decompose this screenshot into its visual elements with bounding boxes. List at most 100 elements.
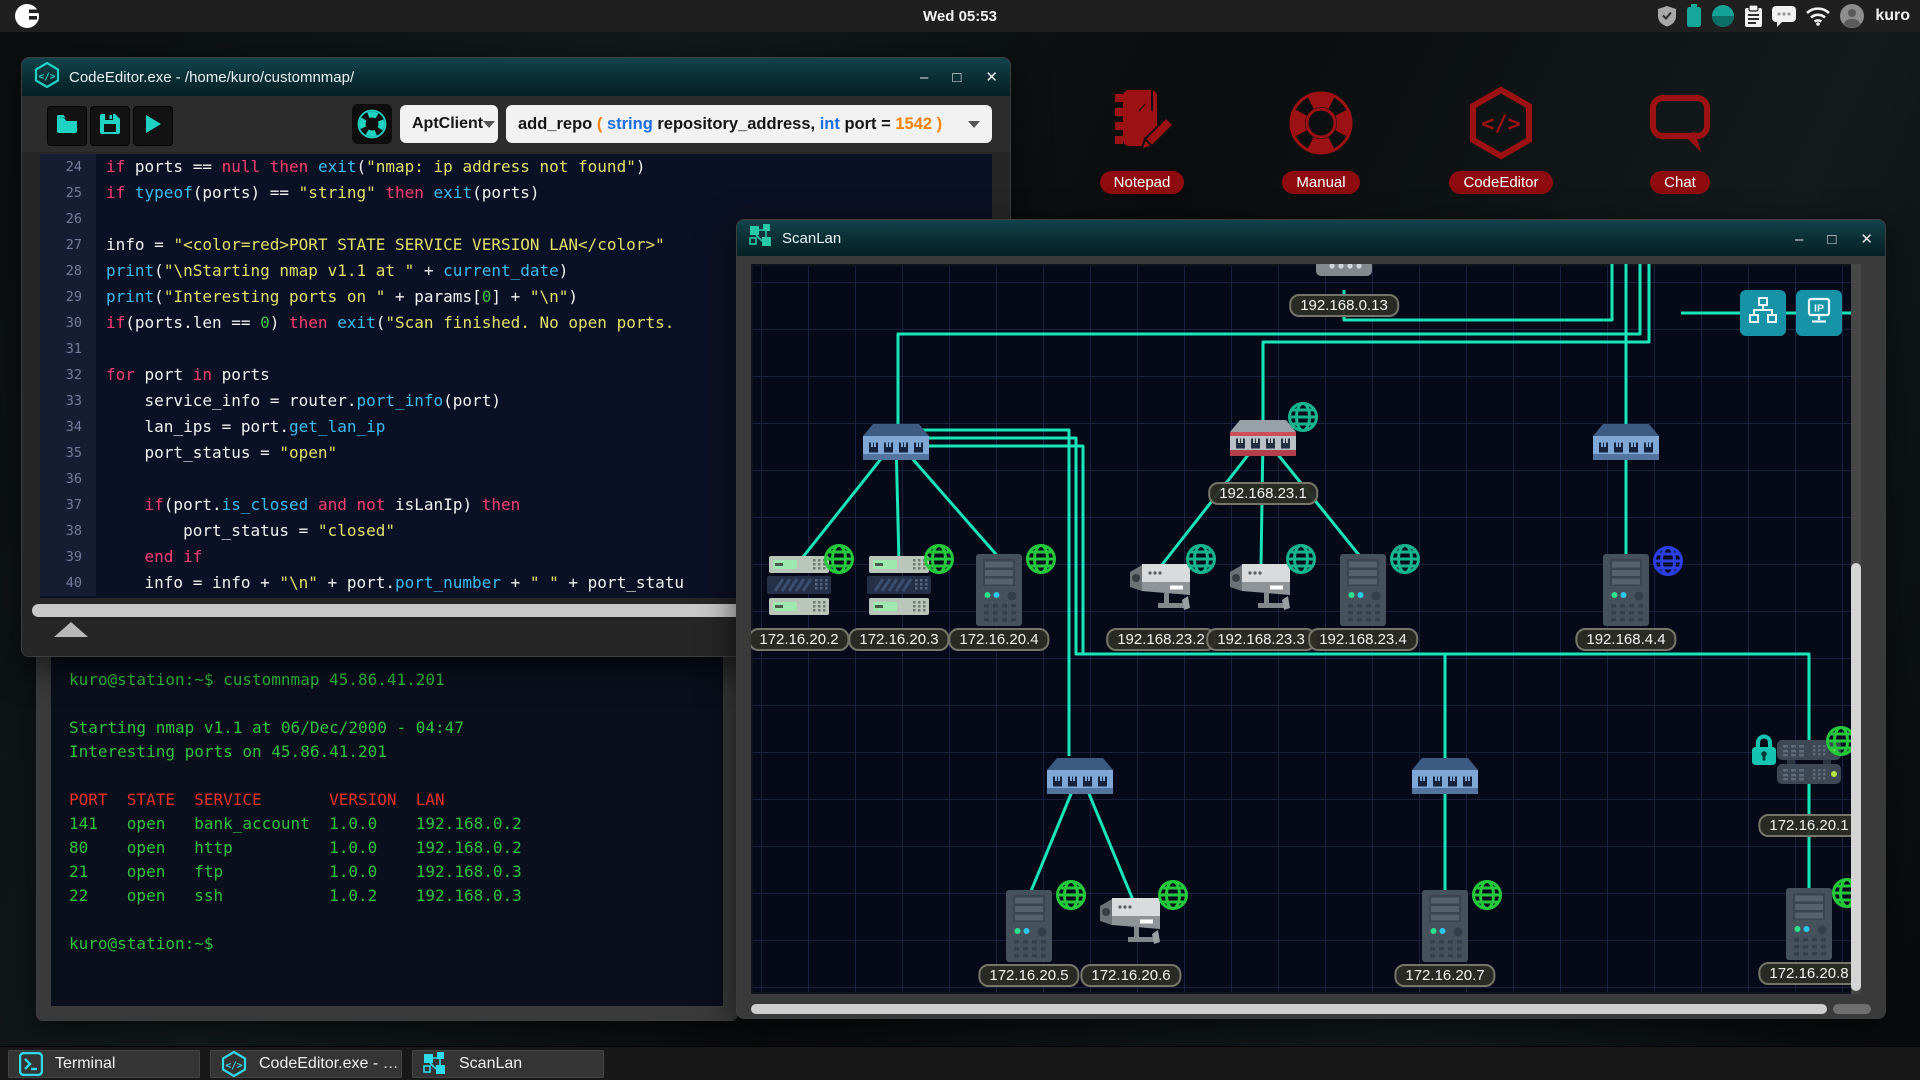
map-horizontal-scrollbar-stub xyxy=(1833,1004,1871,1014)
ip-scan-button[interactable]: IP xyxy=(1796,290,1842,336)
minimize-button[interactable]: – xyxy=(1795,231,1803,248)
notepad-icon xyxy=(1077,86,1207,165)
terminal-line: PORT STATE SERVICE VERSION LAN xyxy=(69,788,522,812)
map-node-172.16.20.4[interactable] xyxy=(976,554,1022,631)
open-folder-icon xyxy=(56,115,78,138)
code-line: 24if ports == null then exit("nmap: ip a… xyxy=(40,154,992,180)
map-node-sw_blue[interactable] xyxy=(1412,756,1478,799)
maximize-button[interactable]: □ xyxy=(952,69,961,86)
terminal-line xyxy=(69,908,522,932)
internet-globe-icon xyxy=(922,542,956,581)
maximize-button[interactable]: □ xyxy=(1827,231,1836,248)
battery-icon[interactable] xyxy=(1686,4,1702,28)
taskbar: Terminal </>CodeEditor.exe - … ScanLan xyxy=(0,1046,1920,1080)
taskbar-item-scanlan[interactable]: ScanLan xyxy=(412,1050,604,1078)
network-map[interactable]: 192.168.0.13172.16.20.2172.16.20.3172.16… xyxy=(751,264,1861,994)
map-node-sw_blue[interactable] xyxy=(1047,756,1113,799)
save-icon xyxy=(100,114,120,139)
desktop-icon-codeeditor[interactable]: </> CodeEditor xyxy=(1436,86,1566,194)
terminal-line: kuro@station:~$ xyxy=(69,932,522,956)
terminal-icon xyxy=(19,1052,43,1076)
ip-label: 192.168.23.1 xyxy=(1208,482,1318,505)
codeeditor-toolbar: AptClient add_repo ( string repository_a… xyxy=(22,96,1010,152)
desktop-icon-label: CodeEditor xyxy=(1449,171,1552,194)
terminal-line: Interesting ports on 45.86.41.201 xyxy=(69,740,522,764)
sitemap-view-button[interactable] xyxy=(1740,290,1786,336)
desktop: Wed 05:53 kuro NotepadManual</>CodeEdito… xyxy=(0,0,1920,1080)
top-bar: Wed 05:53 kuro xyxy=(0,0,1920,32)
internet-globe-icon xyxy=(1470,878,1504,917)
ip-label: 172.16.20.8 xyxy=(1758,962,1859,985)
internet-globe-icon xyxy=(1024,542,1058,581)
map-node-172.16.20.7[interactable] xyxy=(1422,890,1468,967)
ip-monitor-icon: IP xyxy=(1804,297,1834,330)
terminal-line: 22 open ssh 1.0.2 192.168.0.3 xyxy=(69,884,522,908)
scanlan-icon xyxy=(423,1052,447,1076)
wifi-icon[interactable] xyxy=(1805,6,1831,26)
open-file-button[interactable] xyxy=(47,106,87,146)
internet-globe-icon xyxy=(1156,878,1190,917)
clipboard-icon[interactable] xyxy=(1744,5,1763,28)
taskbar-item-codeeditor[interactable]: </>CodeEditor.exe - … xyxy=(210,1050,402,1078)
collapse-panel-arrow[interactable] xyxy=(54,622,88,637)
desktop-icon-chat[interactable]: Chat xyxy=(1615,86,1745,194)
terminal-output[interactable]: kuro@station:~$ customnmap 45.86.41.201 … xyxy=(51,654,723,1006)
taskbar-item-terminal[interactable]: Terminal xyxy=(8,1050,200,1078)
close-button[interactable]: ✕ xyxy=(1860,230,1873,248)
svg-text:</>: </> xyxy=(1481,112,1521,137)
map-node-192.168.23.4[interactable] xyxy=(1340,554,1386,631)
map-node-192.168.0.13[interactable] xyxy=(1316,264,1372,281)
method-signature-dropdown[interactable]: add_repo ( string repository_address, in… xyxy=(506,105,992,143)
save-button[interactable] xyxy=(90,106,130,146)
desktop-icon-notepad[interactable]: Notepad xyxy=(1077,86,1207,194)
ip-label: 172.16.20.6 xyxy=(1080,964,1181,987)
chat-icon xyxy=(1615,86,1745,165)
clock: Wed 05:53 xyxy=(0,8,1920,25)
username: kuro xyxy=(1875,7,1910,25)
code-line: 25if typeof(ports) == "string" then exit… xyxy=(40,180,992,206)
codeeditor-icon: </> xyxy=(1436,86,1566,165)
scanlan-titlebar[interactable]: ScanLan – □ ✕ xyxy=(737,220,1885,256)
map-node-172.16.20.5[interactable] xyxy=(1006,890,1052,967)
map-vertical-scrollbar[interactable] xyxy=(1851,563,1861,991)
internet-globe-icon xyxy=(1284,542,1318,581)
shield-check-icon[interactable] xyxy=(1657,5,1677,27)
api-client-value: AptClient xyxy=(412,115,483,133)
map-node-sw_blue[interactable] xyxy=(863,422,929,465)
ip-label: 172.16.20.4 xyxy=(948,628,1049,651)
codeeditor-titlebar[interactable]: </> CodeEditor.exe - /home/kuro/customnm… xyxy=(22,58,1010,96)
minimize-button[interactable]: – xyxy=(920,69,928,86)
terminal-line xyxy=(69,764,522,788)
ip-label: 192.168.23.2 xyxy=(1106,628,1216,651)
api-client-dropdown[interactable]: AptClient xyxy=(400,105,498,143)
run-button[interactable] xyxy=(133,106,173,146)
ip-label: 172.16.20.2 xyxy=(751,628,850,651)
method-signature: add_repo ( string repository_address, in… xyxy=(518,115,942,134)
map-node-192.168.4.4[interactable] xyxy=(1603,554,1649,631)
desktop-icon-label: Chat xyxy=(1650,171,1710,194)
map-node-172.16.20.6[interactable] xyxy=(1098,894,1164,953)
aptclient-app-icon xyxy=(352,104,392,144)
internet-globe-icon xyxy=(1184,542,1218,581)
map-horizontal-scrollbar[interactable] xyxy=(751,1004,1827,1014)
terminal-line xyxy=(69,692,522,716)
desktop-icon-label: Notepad xyxy=(1100,171,1185,194)
desktop-icon-manual[interactable]: Manual xyxy=(1256,86,1386,194)
codeeditor-window-icon: </> xyxy=(34,62,60,92)
avatar-icon[interactable] xyxy=(1840,4,1864,28)
ip-label: 192.168.23.4 xyxy=(1308,628,1418,651)
close-button[interactable]: ✕ xyxy=(985,68,998,86)
map-node-sw_blue[interactable] xyxy=(1593,422,1659,465)
terminal-line: kuro@station:~$ customnmap 45.86.41.201 xyxy=(69,668,522,692)
desktop-icon-label: Manual xyxy=(1282,171,1359,194)
pie-icon[interactable] xyxy=(1711,4,1735,28)
map-node-172.16.20.8[interactable] xyxy=(1786,888,1832,965)
chat-bubble-icon[interactable] xyxy=(1772,6,1796,27)
ip-label: 192.168.4.4 xyxy=(1575,628,1676,651)
scanlan-window: ScanLan – □ ✕ 192.168.0.13172.16.20.2172… xyxy=(737,220,1885,1018)
codeeditor-window-title: CodeEditor.exe - /home/kuro/customnmap/ xyxy=(69,69,354,86)
scanlan-window-title: ScanLan xyxy=(782,230,841,247)
terminal-line: 80 open http 1.0.0 192.168.0.2 xyxy=(69,836,522,860)
system-tray: kuro xyxy=(1657,0,1910,32)
internet-globe-icon xyxy=(1286,400,1320,439)
